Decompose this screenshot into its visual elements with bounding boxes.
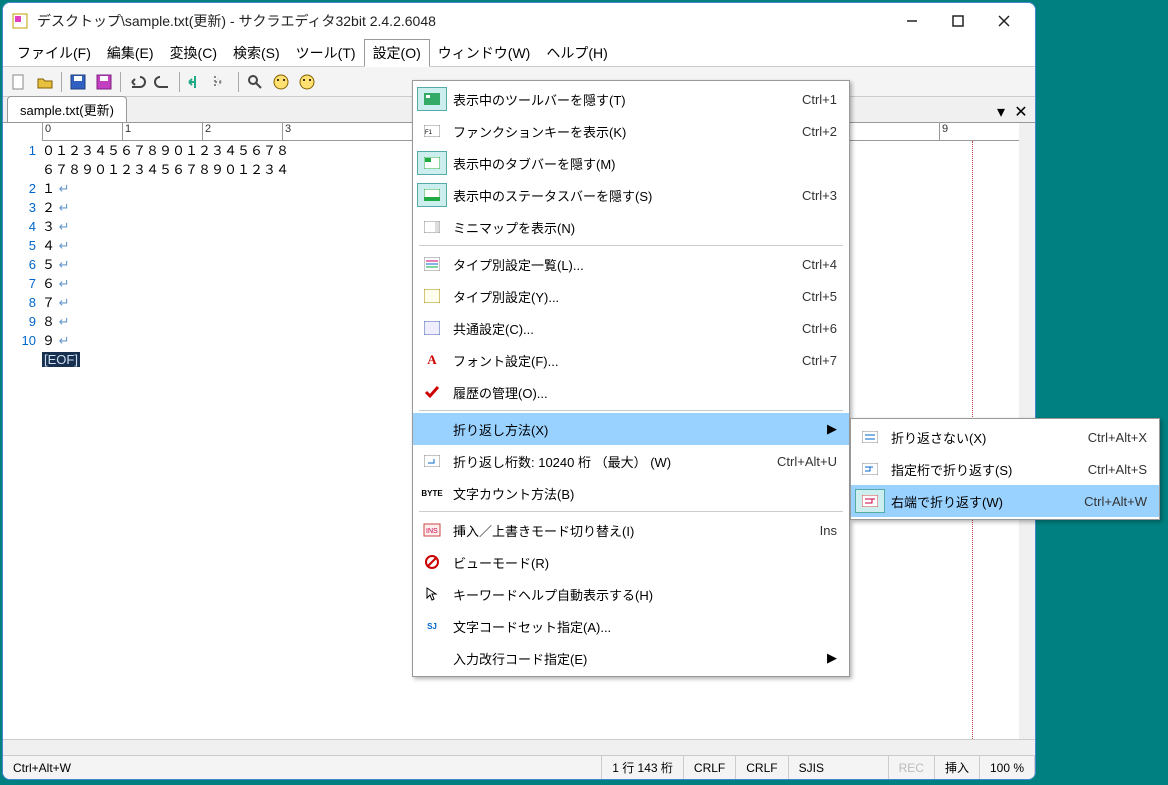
menu-window[interactable]: ウィンドウ(W) (430, 40, 539, 66)
settings-icon (417, 284, 447, 308)
menu-charset[interactable]: SJ 文字コードセット指定(A)... (413, 610, 849, 642)
nowrap-icon (855, 425, 885, 449)
common-icon (417, 316, 447, 340)
status-pos: 1 行 143 桁 (602, 756, 684, 779)
menu-settings[interactable]: 設定(O) (364, 39, 430, 67)
byte-icon: BYTE (417, 481, 447, 505)
statusbar: Ctrl+Alt+W 1 行 143 桁 CRLF CRLF SJIS REC … (3, 755, 1035, 779)
menu-wrap-method[interactable]: 折り返し方法(X) ▶ (413, 413, 849, 445)
svg-text:INS: INS (426, 528, 438, 535)
statusbar-icon (417, 183, 447, 207)
wrap-submenu-popup: 折り返さない(X) Ctrl+Alt+X 指定桁で折り返す(S) Ctrl+Al… (850, 418, 1160, 520)
prohibit-icon (417, 550, 447, 574)
tab-file[interactable]: sample.txt(更新) (7, 96, 127, 122)
menu-edit[interactable]: 編集(E) (99, 40, 162, 66)
outdent-icon[interactable] (184, 70, 208, 94)
status-zoom: 100 % (980, 756, 1035, 779)
tabbar-icon (417, 151, 447, 175)
menu-search[interactable]: 検索(S) (225, 40, 288, 66)
status-rec: REC (889, 756, 935, 779)
menu-hide-status[interactable]: 表示中のステータスバーを隠す(S) Ctrl+3 (413, 179, 849, 211)
submenu-wrapcol[interactable]: 指定桁で折り返す(S) Ctrl+Alt+S (851, 453, 1159, 485)
font-icon: A (417, 348, 447, 372)
wrap-icon (417, 449, 447, 473)
funckey-icon: F1 (417, 119, 447, 143)
menu-help[interactable]: ヘルプ(H) (538, 40, 615, 66)
titlebar: デスクトップ\sample.txt(更新) - サクラエディタ32bit 2.4… (3, 3, 1035, 39)
tab-dropdown-icon[interactable]: ▾ (991, 102, 1011, 122)
search-icon[interactable] (243, 70, 267, 94)
svg-text:F1: F1 (425, 130, 433, 136)
status-ins: 挿入 (935, 756, 980, 779)
eof-marker: [EOF] (42, 352, 80, 367)
tab-close-icon[interactable]: ✕ (1011, 102, 1031, 122)
toolbar-icon (417, 87, 447, 111)
menu-newline[interactable]: 入力改行コード指定(E) ▶ (413, 642, 849, 674)
close-button[interactable] (981, 5, 1027, 37)
wrapcol-icon (855, 457, 885, 481)
menu-count-method[interactable]: BYTE 文字カウント方法(B) (413, 477, 849, 509)
save-all-icon[interactable] (92, 70, 116, 94)
chevron-right-icon: ▶ (827, 421, 837, 437)
menu-history[interactable]: 履歴の管理(O)... (413, 376, 849, 408)
menu-type-list[interactable]: タイプ別設定一覧(L)... Ctrl+4 (413, 248, 849, 280)
indent-icon[interactable] (210, 70, 234, 94)
face2-icon[interactable] (295, 70, 319, 94)
window-title: デスクトップ\sample.txt(更新) - サクラエディタ32bit 2.4… (37, 11, 889, 31)
menu-font[interactable]: A フォント設定(F)... Ctrl+7 (413, 344, 849, 376)
maximize-button[interactable] (935, 5, 981, 37)
cursor-icon (417, 582, 447, 606)
menu-wrap-cols[interactable]: 折り返し桁数: 10240 桁 （最大） (W) Ctrl+Alt+U (413, 445, 849, 477)
menu-convert[interactable]: 変換(C) (162, 40, 225, 66)
blank-icon (417, 417, 447, 441)
status-eol1: CRLF (684, 756, 736, 779)
encoding-icon: SJ (417, 614, 447, 638)
status-eol2: CRLF (736, 756, 788, 779)
new-file-icon[interactable] (7, 70, 31, 94)
list-icon (417, 252, 447, 276)
menu-show-minimap[interactable]: ミニマップを表示(N) (413, 211, 849, 243)
check-icon (417, 380, 447, 404)
open-file-icon[interactable] (33, 70, 57, 94)
chevron-right-icon: ▶ (827, 650, 837, 666)
redo-icon[interactable] (151, 70, 175, 94)
ins-icon: INS (417, 518, 447, 542)
minimap-icon (417, 215, 447, 239)
menu-ins-mode[interactable]: INS 挿入／上書きモード切り替え(I) Ins (413, 514, 849, 546)
menu-tools[interactable]: ツール(T) (288, 40, 364, 66)
status-enc: SJIS (789, 756, 889, 779)
minimize-button[interactable] (889, 5, 935, 37)
settings-menu-popup: 表示中のツールバーを隠す(T) Ctrl+1 F1 ファンクションキーを表示(K… (412, 80, 850, 677)
status-hint: Ctrl+Alt+W (3, 756, 602, 779)
blank-icon (417, 646, 447, 670)
menu-hide-toolbar[interactable]: 表示中のツールバーを隠す(T) Ctrl+1 (413, 83, 849, 115)
app-icon (11, 12, 29, 30)
wrapwin-icon (855, 489, 885, 513)
menu-type-set[interactable]: タイプ別設定(Y)... Ctrl+5 (413, 280, 849, 312)
line-gutter: 1 2345678910 (3, 123, 42, 739)
menu-file[interactable]: ファイル(F) (9, 40, 99, 66)
undo-icon[interactable] (125, 70, 149, 94)
menu-view-mode[interactable]: ビューモード(R) (413, 546, 849, 578)
menu-show-funckey[interactable]: F1 ファンクションキーを表示(K) Ctrl+2 (413, 115, 849, 147)
menubar: ファイル(F) 編集(E) 変換(C) 検索(S) ツール(T) 設定(O) ウ… (3, 39, 1035, 67)
menu-hide-tabbar[interactable]: 表示中のタブバーを隠す(M) (413, 147, 849, 179)
horizontal-scrollbar[interactable] (3, 739, 1035, 755)
menu-keyword-help[interactable]: キーワードヘルプ自動表示する(H) (413, 578, 849, 610)
face-icon[interactable] (269, 70, 293, 94)
submenu-wrapwin[interactable]: 右端で折り返す(W) Ctrl+Alt+W (851, 485, 1159, 517)
save-icon[interactable] (66, 70, 90, 94)
menu-common[interactable]: 共通設定(C)... Ctrl+6 (413, 312, 849, 344)
submenu-nowrap[interactable]: 折り返さない(X) Ctrl+Alt+X (851, 421, 1159, 453)
